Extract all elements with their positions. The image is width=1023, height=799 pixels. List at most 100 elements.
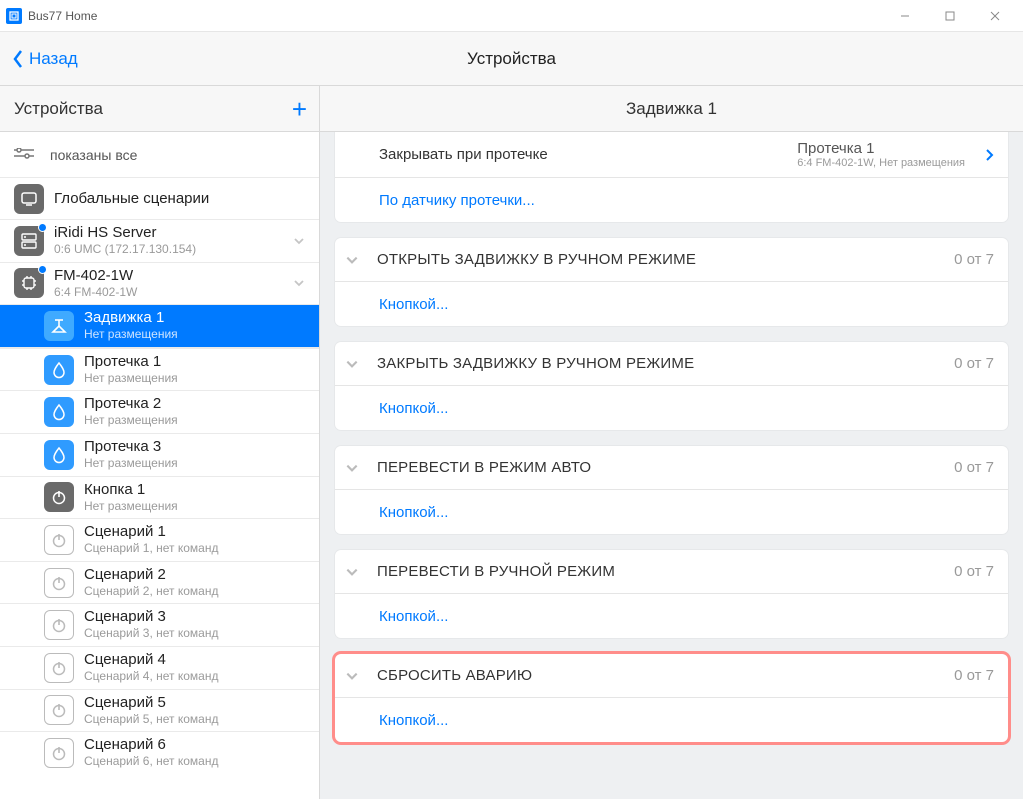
add-device-button[interactable]: + [292,96,307,122]
drop-icon [44,440,74,470]
action-header[interactable]: ПЕРЕВЕСТИ В РЕЖИМ АВТО 0 от 7 [335,446,1008,490]
sidebar-item-label: Протечка 1 [84,353,309,371]
action-title: СБРОСИТЬ АВАРИЮ [377,667,954,684]
chevron-down-icon [293,235,309,247]
action-link[interactable]: Кнопкой... [335,698,1008,742]
sidebar-item-label: Кнопка 1 [84,481,309,499]
sidebar-title: Устройства [14,99,103,119]
filter-row[interactable]: показаны все [0,132,319,178]
sidebar-item[interactable]: Протечка 3Нет размещения [0,433,319,476]
sidebar-item-sublabel: Нет размещения [84,371,309,387]
action-title: ПЕРЕВЕСТИ В РУЧНОЙ РЕЖИМ [377,563,954,580]
filter-icon [14,148,36,162]
filter-label: показаны все [50,147,137,163]
sidebar-item[interactable]: Сценарий 5Сценарий 5, нет команд [0,689,319,732]
sidebar-item[interactable]: iRidi HS Server0:6 UMC (172.17.130.154) [0,220,319,263]
sidebar-item-sublabel: Сценарий 4, нет команд [84,669,309,685]
action-title: ЗАКРЫТЬ ЗАДВИЖКУ В РУЧНОМ РЕЖИМЕ [377,355,954,372]
sidebar-item-label: Сценарий 1 [84,523,309,541]
action-card: ПЕРЕВЕСТИ В РУЧНОЙ РЕЖИМ 0 от 7 Кнопкой.… [335,550,1008,638]
sidebar-item[interactable]: Кнопка 1Нет размещения [0,476,319,519]
chevron-down-icon [293,277,309,289]
power-icon [44,653,74,683]
sidebar-item-label: Сценарий 4 [84,651,309,669]
row-value: Протечка 1 [797,140,965,157]
sidebar-item-sublabel: Сценарий 2, нет команд [84,584,309,600]
window-titlebar: Bus77 Home [0,0,1023,32]
sidebar-item-sublabel: Нет размещения [84,327,309,343]
leak-close-row[interactable]: Закрывать при протечке Протечка 1 6:4 FM… [335,132,1008,178]
sidebar-item-label: Сценарий 2 [84,566,309,584]
sidebar-item-label: Протечка 3 [84,438,309,456]
back-button[interactable]: Назад [12,49,78,69]
power-icon [44,738,74,768]
window-maximize-button[interactable] [927,1,972,31]
window-minimize-button[interactable] [882,1,927,31]
sidebar-item[interactable]: Сценарий 3Сценарий 3, нет команд [0,603,319,646]
sidebar-item-sublabel: Нет размещения [84,413,309,429]
detail-pane: Задвижка 1 Закрывать при протечке Протеч… [320,86,1023,799]
sidebar-item[interactable]: Сценарий 6Сценарий 6, нет команд [0,731,319,774]
sidebar-item[interactable]: Протечка 1Нет размещения [0,348,319,391]
sidebar-item[interactable]: Задвижка 1Нет размещения [0,305,319,348]
detail-card: Закрывать при протечке Протечка 1 6:4 FM… [335,132,1008,222]
action-header[interactable]: ПЕРЕВЕСТИ В РУЧНОЙ РЕЖИМ 0 от 7 [335,550,1008,594]
leak-sensor-link[interactable]: По датчику протечки... [335,178,1008,222]
action-card: ПЕРЕВЕСТИ В РЕЖИМ АВТО 0 от 7 Кнопкой... [335,446,1008,534]
power-icon [44,695,74,725]
sidebar-item-label: Задвижка 1 [84,309,309,327]
action-count: 0 от 7 [954,667,994,684]
valve-icon [44,311,74,341]
power-icon [44,525,74,555]
action-link[interactable]: Кнопкой... [335,490,1008,534]
action-count: 0 от 7 [954,251,994,268]
action-header[interactable]: СБРОСИТЬ АВАРИЮ 0 от 7 [335,654,1008,698]
action-link[interactable]: Кнопкой... [335,594,1008,638]
action-title: ОТКРЫТЬ ЗАДВИЖКУ В РУЧНОМ РЕЖИМЕ [377,251,954,268]
sidebar-item[interactable]: Сценарий 2Сценарий 2, нет команд [0,561,319,604]
sidebar-item[interactable]: Сценарий 1Сценарий 1, нет команд [0,518,319,561]
detail-body: Закрывать при протечке Протечка 1 6:4 FM… [320,132,1023,799]
chevron-down-icon [345,565,369,579]
page-header: Назад Устройства [0,32,1023,86]
app-icon [6,8,22,24]
chevron-down-icon [345,357,369,371]
sidebar-item[interactable]: Протечка 2Нет размещения [0,390,319,433]
device-tree: Глобальные сценарииiRidi HS Server0:6 UM… [0,178,319,799]
action-link[interactable]: Кнопкой... [335,282,1008,326]
sidebar-item-sublabel: 6:4 FM-402-1W [54,285,293,301]
action-link[interactable]: Кнопкой... [335,386,1008,430]
chevron-down-icon [345,669,369,683]
sidebar-item-label: Сценарий 6 [84,736,309,754]
action-count: 0 от 7 [954,355,994,372]
detail-title: Задвижка 1 [320,86,1023,132]
chevron-left-icon [12,49,24,69]
power-icon [44,568,74,598]
sidebar-item-label: Сценарий 5 [84,694,309,712]
chip-icon [14,268,44,298]
back-label: Назад [29,49,78,69]
sidebar-item[interactable]: Глобальные сценарии [0,178,319,220]
chevron-down-icon [345,253,369,267]
chevron-right-icon [985,148,994,162]
drop-icon [44,397,74,427]
action-card: ОТКРЫТЬ ЗАДВИЖКУ В РУЧНОМ РЕЖИМЕ 0 от 7 … [335,238,1008,326]
sidebar-item[interactable]: FM-402-1W6:4 FM-402-1W [0,263,319,306]
sidebar-item-label: Сценарий 3 [84,608,309,626]
row-subvalue: 6:4 FM-402-1W, Нет размещения [797,157,965,169]
chevron-down-icon [345,461,369,475]
action-count: 0 от 7 [954,563,994,580]
window-title: Bus77 Home [28,9,97,23]
action-title: ПЕРЕВЕСТИ В РЕЖИМ АВТО [377,459,954,476]
action-count: 0 от 7 [954,459,994,476]
monitor-icon [14,184,44,214]
sidebar-item-label: Протечка 2 [84,395,309,413]
action-header[interactable]: ЗАКРЫТЬ ЗАДВИЖКУ В РУЧНОМ РЕЖИМЕ 0 от 7 [335,342,1008,386]
sidebar-item-sublabel: Нет размещения [84,499,309,515]
window-close-button[interactable] [972,1,1017,31]
sidebar: Устройства + показаны все Глобальные сце… [0,86,320,799]
action-header[interactable]: ОТКРЫТЬ ЗАДВИЖКУ В РУЧНОМ РЕЖИМЕ 0 от 7 [335,238,1008,282]
sidebar-item-sublabel: Сценарий 3, нет команд [84,626,309,642]
row-label: Закрывать при протечке [379,146,548,163]
sidebar-item[interactable]: Сценарий 4Сценарий 4, нет команд [0,646,319,689]
